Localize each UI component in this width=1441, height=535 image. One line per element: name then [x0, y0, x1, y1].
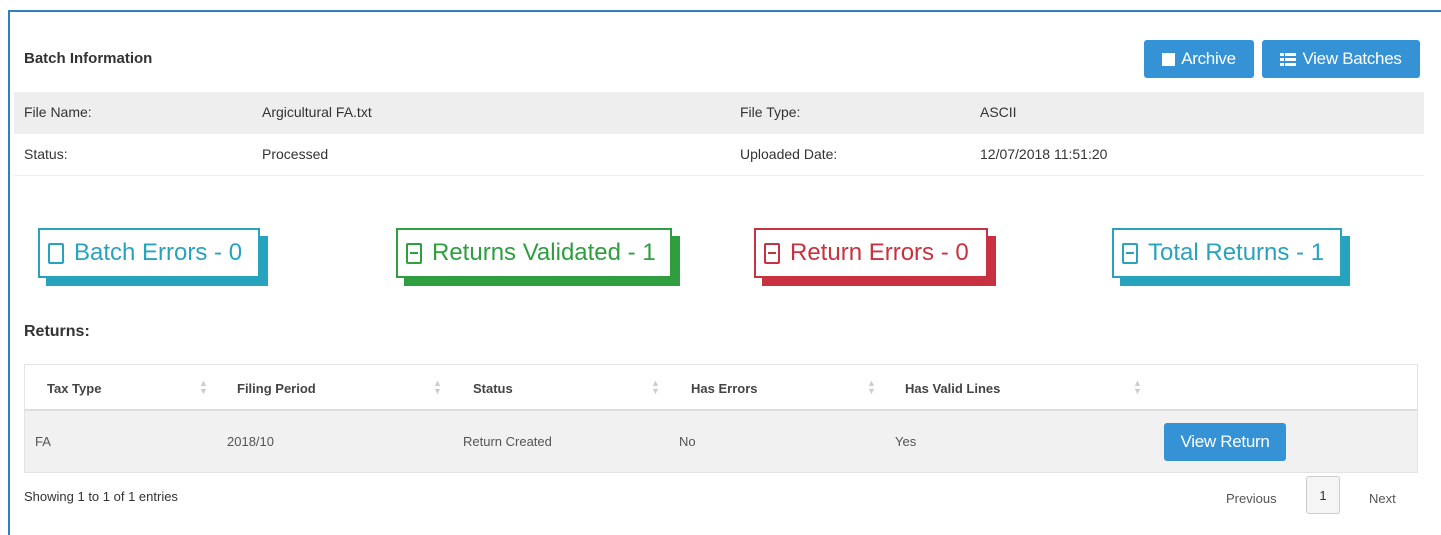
file-type-label: File Type:: [740, 104, 801, 120]
page-title: Batch Information: [24, 50, 153, 67]
cell-has-errors: No: [679, 434, 696, 449]
file-text-icon: [1122, 242, 1138, 264]
total-returns-label: Total Returns - 1: [1148, 239, 1325, 266]
file-text-icon: [764, 242, 780, 264]
file-name-label: File Name:: [24, 104, 92, 120]
cell-has-valid-lines: Yes: [895, 434, 917, 449]
view-batches-label: View Batches: [1302, 49, 1402, 68]
cell-tax-type: FA: [35, 434, 51, 449]
returns-validated-label: Returns Validated - 1: [432, 239, 656, 266]
returns-validated-card[interactable]: Returns Validated - 1: [396, 228, 672, 278]
table-header-row: Tax Type ▲ ▼ Filing Period ▲ ▼ Status ▲ ▼ H…: [25, 365, 1417, 411]
cell-status: Return Created: [463, 434, 552, 449]
table-row: FA 2018/10 Return Created No Yes View Re…: [25, 411, 1417, 472]
cell-filing-period: 2018/10: [227, 434, 274, 449]
batch-errors-card[interactable]: Batch Errors - 0: [38, 228, 260, 278]
archive-icon: [1162, 52, 1176, 66]
archive-label: Archive: [1181, 49, 1236, 68]
status-value: Processed: [262, 146, 329, 162]
view-return-button[interactable]: View Return: [1164, 423, 1286, 461]
uploaded-date-value: 12/07/2018 11:51:20: [980, 146, 1108, 162]
pagination-page-1[interactable]: 1: [1306, 476, 1340, 514]
column-header-status[interactable]: Status: [473, 381, 513, 396]
returns-heading: Returns:: [24, 323, 90, 340]
sort-icon[interactable]: ▲ ▼: [1133, 379, 1142, 396]
batch-info-table: File Name: Argicultural FA.txt File Type…: [14, 92, 1424, 176]
file-icon: [48, 242, 64, 264]
sort-icon[interactable]: ▲ ▼: [433, 379, 442, 396]
archive-button[interactable]: Archive: [1144, 40, 1254, 78]
column-header-has-errors[interactable]: Has Errors: [691, 381, 757, 396]
uploaded-date-label: Uploaded Date:: [740, 146, 838, 162]
pagination-previous[interactable]: Previous: [1226, 491, 1277, 506]
column-header-has-valid-lines[interactable]: Has Valid Lines: [905, 381, 1000, 396]
return-errors-card[interactable]: Return Errors - 0: [754, 228, 988, 278]
file-type-value: ASCII: [980, 104, 1017, 120]
column-header-tax-type[interactable]: Tax Type: [47, 381, 101, 396]
pagination-next[interactable]: Next: [1369, 491, 1396, 506]
view-batches-button[interactable]: View Batches: [1262, 40, 1420, 78]
batch-errors-label: Batch Errors - 0: [74, 239, 243, 266]
return-errors-label: Return Errors - 0: [790, 239, 969, 266]
status-label: Status:: [24, 146, 68, 162]
sort-icon[interactable]: ▲ ▼: [867, 379, 876, 396]
file-name-value: Argicultural FA.txt: [262, 104, 372, 120]
batch-header: Batch Information Archive View Batches: [24, 40, 1420, 80]
entries-info: Showing 1 to 1 of 1 entries: [24, 489, 178, 504]
returns-table: Tax Type ▲ ▼ Filing Period ▲ ▼ Status ▲ ▼ H…: [24, 364, 1418, 473]
sort-icon[interactable]: ▲ ▼: [199, 379, 208, 396]
info-row-status: Status: Processed Uploaded Date: 12/07/2…: [14, 134, 1424, 176]
total-returns-card[interactable]: Total Returns - 1: [1112, 228, 1342, 278]
list-icon: [1280, 52, 1297, 66]
sort-icon[interactable]: ▲ ▼: [651, 379, 660, 396]
info-row-file: File Name: Argicultural FA.txt File Type…: [14, 92, 1424, 134]
file-text-icon: [406, 242, 422, 264]
column-header-filing-period[interactable]: Filing Period: [237, 381, 316, 396]
